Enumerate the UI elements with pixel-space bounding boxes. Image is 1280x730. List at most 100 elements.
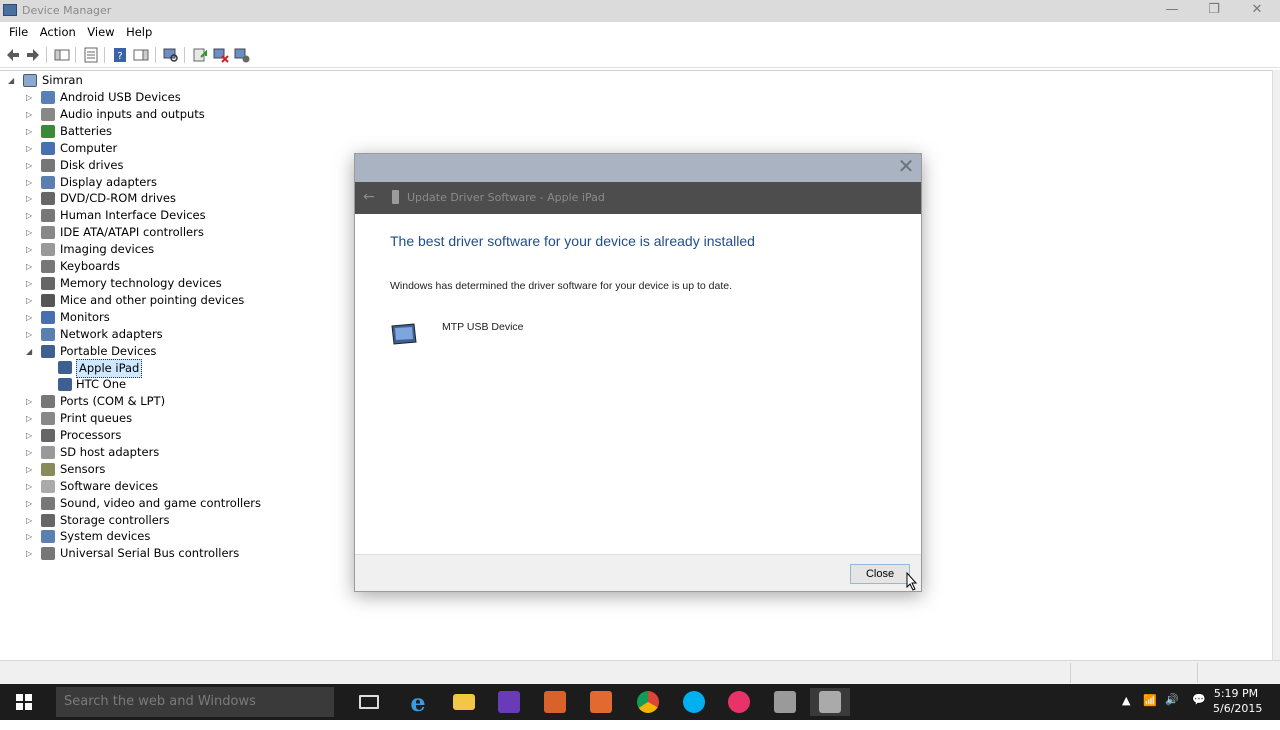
tree-item-label: System devices [60, 529, 151, 544]
vertical-scrollbar[interactable] [1272, 70, 1280, 660]
expand-arrow-icon[interactable]: ▷ [26, 461, 36, 478]
scan-hardware-icon[interactable] [163, 47, 179, 63]
tree-item-label: Human Interface Devices [60, 208, 206, 223]
skype-icon[interactable] [674, 688, 714, 716]
action-center-icon[interactable]: 💬 [1192, 693, 1206, 729]
show-hide-tree-icon[interactable] [54, 47, 70, 63]
network-icon[interactable]: 📶 [1143, 694, 1157, 730]
toolbar: ? [0, 42, 1280, 68]
expand-arrow-icon[interactable]: ▷ [26, 292, 36, 309]
expand-arrow-icon[interactable]: ▷ [26, 528, 36, 545]
orange-app-icon[interactable] [581, 688, 621, 716]
start-button[interactable] [0, 684, 48, 720]
mouse-cursor-icon [906, 571, 918, 592]
expand-arrow-icon[interactable]: ▷ [26, 190, 36, 207]
clock[interactable]: 5:19 PM 5/6/2015 [1213, 686, 1263, 716]
expand-arrow-icon[interactable]: ▷ [26, 89, 36, 106]
expand-arrow-icon[interactable]: ▷ [26, 140, 36, 157]
dialog-heading: The best driver software for your device… [390, 233, 755, 249]
close-button[interactable]: Close [850, 564, 910, 584]
disk-icon [41, 158, 55, 172]
expand-arrow-icon[interactable]: ▷ [26, 495, 36, 512]
clock-date: 5/6/2015 [1213, 702, 1263, 715]
back-arrow-icon[interactable]: ← [363, 189, 375, 205]
expand-arrow-icon[interactable]: ▷ [26, 427, 36, 444]
restore-button[interactable]: ❐ [1194, 0, 1234, 22]
dialog-message: Windows has determined the driver softwa… [390, 280, 732, 292]
uninstall-device-icon[interactable] [213, 47, 229, 63]
taskbar-search-box[interactable]: Search the web and Windows [56, 687, 334, 717]
gray-app-icon[interactable] [765, 688, 805, 716]
help-icon[interactable]: ? [112, 47, 128, 63]
dialog-header-title: Update Driver Software - Apple iPad [407, 191, 605, 204]
expand-arrow-icon[interactable]: ▷ [26, 545, 36, 562]
tree-item-label: Portable Devices [60, 343, 157, 358]
memory-icon [41, 276, 55, 290]
tree-item-label: Print queues [60, 411, 133, 426]
action-pane-icon[interactable] [133, 47, 149, 63]
dialog-close-icon[interactable]: ✕ [892, 155, 920, 179]
properties-icon[interactable] [83, 47, 99, 63]
back-arrow-icon[interactable] [5, 47, 21, 63]
expand-arrow-icon[interactable]: ▷ [26, 275, 36, 292]
expand-arrow-icon[interactable]: ▷ [26, 444, 36, 461]
expand-arrow-icon[interactable]: ▷ [26, 410, 36, 427]
tree-item-label: SD host adapters [60, 444, 160, 459]
tree-item-label: Imaging devices [60, 242, 155, 257]
expand-arrow-icon[interactable]: ▷ [26, 512, 36, 529]
dvd-icon [41, 192, 55, 206]
volume-icon[interactable]: 🔊 [1165, 693, 1179, 729]
expand-arrow-icon[interactable]: ▷ [26, 123, 36, 140]
status-bar [0, 660, 1280, 684]
expand-arrow-icon[interactable]: ▷ [26, 106, 36, 123]
battery-icon [41, 124, 55, 138]
processor-icon [41, 429, 55, 442]
keyboard-icon [41, 260, 55, 273]
task-view-icon[interactable] [349, 688, 389, 716]
printer-icon [41, 412, 55, 426]
tree-item-label: Memory technology devices [60, 275, 222, 290]
minimize-button[interactable]: — [1152, 0, 1192, 22]
dialog-title-bar: ✕ [355, 154, 921, 182]
window-title: Device Manager [22, 4, 112, 17]
sensor-icon [41, 462, 55, 476]
update-driver-icon[interactable] [192, 47, 208, 63]
expand-arrow-icon[interactable]: ▷ [26, 241, 36, 258]
tree-item-label: Ports (COM & LPT) [60, 394, 166, 409]
menu-file[interactable]: File [0, 22, 28, 42]
portable-device-icon [58, 378, 72, 392]
speaker-icon [41, 107, 55, 121]
expand-arrow-icon[interactable]: ▷ [26, 258, 36, 275]
itunes-icon[interactable] [719, 688, 759, 716]
enable-device-icon[interactable] [234, 47, 250, 63]
menu-help[interactable]: Help [117, 22, 152, 42]
tree-item-label: Sound, video and game controllers [60, 495, 262, 510]
expand-arrow-icon[interactable]: ▷ [26, 393, 36, 410]
menu-view[interactable]: View [78, 22, 114, 42]
tree-item-label: Computer [60, 140, 118, 155]
expand-arrow-icon[interactable]: ▷ [26, 326, 36, 343]
expand-arrow-icon[interactable]: ▷ [26, 478, 36, 495]
orange-app-icon[interactable] [535, 688, 575, 716]
menu-action[interactable]: Action [31, 22, 76, 42]
show-hidden-icons-icon[interactable]: ▲ [1122, 694, 1130, 730]
expand-arrow-icon[interactable]: ▷ [26, 174, 36, 191]
expand-arrow-icon[interactable]: ▷ [26, 309, 36, 326]
mtp-device-icon [390, 322, 418, 346]
tree-item-label: DVD/CD-ROM drives [60, 191, 176, 206]
tree-item-label: Keyboards [60, 259, 121, 273]
collapse-arrow-icon[interactable]: ◢ [8, 72, 18, 89]
internet-explorer-icon[interactable]: e [398, 688, 438, 717]
forward-arrow-icon[interactable] [25, 47, 41, 63]
expand-arrow-icon[interactable]: ▷ [26, 157, 36, 174]
expand-arrow-icon[interactable]: ▷ [26, 224, 36, 241]
chrome-icon[interactable] [628, 688, 668, 716]
portable-device-icon [41, 344, 55, 358]
expand-arrow-icon[interactable]: ▷ [26, 207, 36, 224]
visual-studio-icon[interactable] [489, 688, 529, 716]
close-button[interactable]: ✕ [1237, 0, 1277, 22]
sound-icon [41, 496, 55, 510]
device-manager-taskbar-icon[interactable] [810, 688, 850, 716]
file-explorer-icon[interactable] [444, 688, 484, 716]
collapse-arrow-icon[interactable]: ◢ [26, 343, 36, 360]
